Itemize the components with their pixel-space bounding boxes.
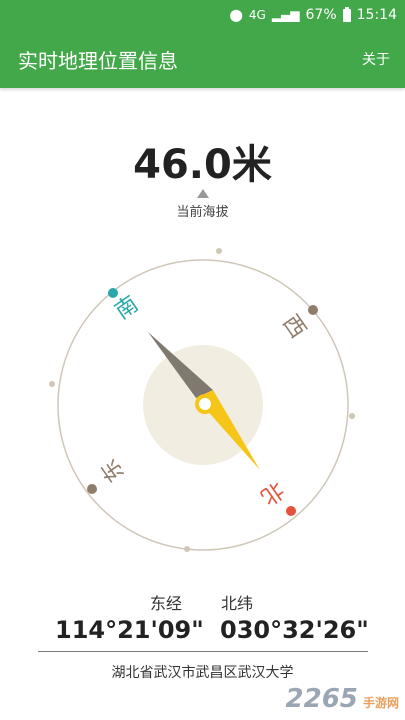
- latitude-value: 030°32'26": [220, 616, 369, 644]
- battery-icon: [342, 6, 351, 22]
- divider: [38, 651, 368, 652]
- signal-icon: ▂▄▆: [271, 8, 300, 22]
- address: 湖北省武汉市武昌区武汉大学: [111, 665, 294, 681]
- compass-tick-dot: [349, 413, 355, 419]
- latitude-label: 北纬: [221, 594, 254, 613]
- watermark-site: 手游网: [362, 696, 399, 710]
- network-label: 4G: [248, 8, 266, 22]
- longitude-label: 东经: [150, 594, 183, 613]
- app-title: 实时地理位置信息: [18, 48, 178, 73]
- watermark-number: 2265: [285, 684, 358, 714]
- longitude-value: 114°21'09": [55, 616, 204, 644]
- compass-tick-dot: [49, 381, 55, 387]
- altitude-label: 当前海拔: [176, 205, 229, 220]
- direction-north: 北: [256, 476, 288, 509]
- direction-east: 东: [97, 454, 130, 486]
- location-icon: ⬤: [229, 8, 243, 22]
- clock: 15:14: [356, 7, 397, 23]
- altitude-arrow-icon: [197, 189, 209, 198]
- south-marker: [108, 288, 118, 298]
- about-button[interactable]: 关于: [362, 49, 390, 69]
- watermark-logo: 2265 手游网: [286, 684, 399, 714]
- compass-tick-dot: [216, 248, 222, 254]
- status-bar: ⬤ 4G ▂▄▆ 67% 15:14: [0, 0, 405, 30]
- north-marker: [286, 506, 296, 516]
- compass-needle-hub-center: [199, 398, 211, 410]
- compass-tick-dot: [184, 546, 190, 552]
- compass: 南 西 东 北: [49, 248, 355, 552]
- west-marker: [308, 305, 318, 315]
- altitude-value: 46.0米: [133, 142, 272, 188]
- east-marker: [87, 484, 97, 494]
- battery-percent: 67%: [305, 7, 337, 23]
- app-bar: 实时地理位置信息 关于: [0, 30, 405, 88]
- direction-west: 西: [277, 311, 310, 343]
